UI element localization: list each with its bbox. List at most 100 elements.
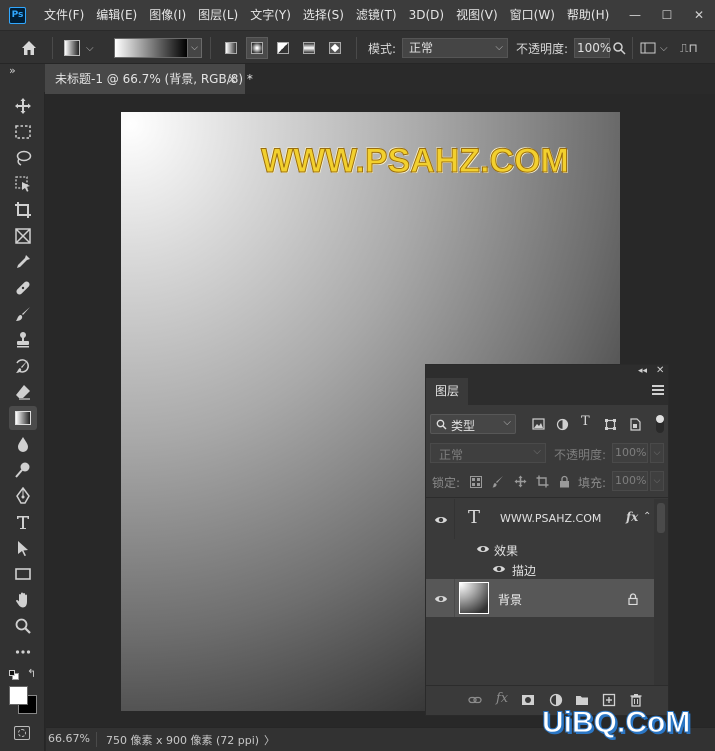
linear-gradient-button[interactable] — [220, 37, 242, 59]
gradient-dropdown-button[interactable]: ⌵ — [188, 38, 202, 58]
swap-colors-icon[interactable]: ↰ — [27, 667, 36, 680]
menu-file[interactable]: 文件(F) — [38, 0, 90, 30]
marquee-tool[interactable] — [9, 120, 37, 144]
menu-view[interactable]: 视图(V) — [450, 0, 504, 30]
filter-toggle-switch[interactable] — [656, 415, 664, 433]
overflow-icon[interactable]: ⎍⊓ — [680, 31, 698, 65]
opacity-scrub[interactable] — [612, 31, 626, 65]
eraser-tool[interactable] — [9, 380, 37, 404]
opacity-input[interactable]: 100% — [574, 38, 611, 58]
mask-icon[interactable] — [521, 693, 535, 707]
reflected-gradient-button[interactable] — [298, 37, 320, 59]
group-icon[interactable] — [575, 693, 589, 707]
gradient-tool[interactable] — [9, 406, 37, 430]
fx-badge-icon[interactable]: fx — [626, 510, 638, 524]
stroke-effect-row[interactable]: 描边 — [426, 559, 654, 579]
collapse-effects-icon[interactable]: ⌃ — [643, 511, 651, 522]
photoshop-logo[interactable]: Ps — [9, 6, 26, 24]
path-selection-tool[interactable] — [9, 536, 37, 560]
mode-select[interactable]: 正常 ⌵ — [402, 38, 508, 58]
scroll-thumb[interactable] — [657, 503, 665, 533]
move-tool[interactable] — [9, 94, 37, 118]
collapse-panel-icon[interactable]: ◂◂ — [638, 365, 647, 377]
status-menu-icon[interactable]: 〉 — [264, 732, 275, 748]
quick-mask-button[interactable] — [14, 726, 30, 740]
adjustment-icon[interactable] — [549, 693, 563, 707]
effects-row[interactable]: 效果 — [426, 539, 654, 559]
clone-stamp-tool[interactable] — [9, 328, 37, 352]
layer-name[interactable]: 背景 — [498, 591, 522, 608]
healing-brush-tool[interactable] — [9, 276, 37, 300]
default-colors-icon[interactable] — [9, 670, 19, 680]
menu-edit[interactable]: 编辑(E) — [90, 0, 143, 30]
blur-tool[interactable] — [9, 432, 37, 456]
menu-layer[interactable]: 图层(L) — [192, 0, 244, 30]
restore-button[interactable]: ☐ — [651, 0, 683, 30]
menu-help[interactable]: 帮助(H) — [561, 0, 615, 30]
lock-all-icon[interactable] — [559, 475, 570, 488]
type-filter-icon[interactable]: T — [581, 414, 590, 429]
fill-input[interactable]: 100% — [612, 471, 648, 491]
frame-tool[interactable] — [9, 224, 37, 248]
layers-scrollbar[interactable] — [654, 499, 668, 685]
lock-position-icon[interactable] — [514, 475, 527, 488]
close-button[interactable]: ✕ — [683, 0, 715, 30]
rectangle-tool[interactable] — [9, 562, 37, 586]
layer-name[interactable]: WWW.PSAHZ.COM — [500, 512, 601, 525]
pixel-filter-icon[interactable] — [532, 418, 545, 431]
menu-select[interactable]: 选择(S) — [297, 0, 350, 30]
tool-preset-picker[interactable]: ⌵ — [64, 31, 94, 65]
reverse-toggle[interactable]: ⌵ — [640, 31, 668, 65]
layer-row-text[interactable]: T WWW.PSAHZ.COM fx ⌃ — [426, 499, 654, 539]
stroke-visibility-eye-icon[interactable] — [492, 564, 506, 574]
crop-tool[interactable] — [9, 198, 37, 222]
close-tab-icon[interactable]: × — [227, 64, 237, 94]
tab-layers[interactable]: 图层 — [426, 378, 468, 405]
menu-filter[interactable]: 滤镜(T) — [350, 0, 403, 30]
menu-image[interactable]: 图像(I) — [143, 0, 192, 30]
filter-kind-select[interactable]: 类型 ⌵ — [430, 414, 516, 434]
lasso-tool[interactable] — [9, 146, 37, 170]
zoom-level[interactable]: 66.67% — [48, 732, 90, 745]
fx-icon[interactable]: fx — [496, 691, 508, 706]
history-brush-tool[interactable] — [9, 354, 37, 378]
angle-gradient-button[interactable] — [272, 37, 294, 59]
layer-opacity-input[interactable]: 100% — [612, 443, 648, 463]
brush-tool[interactable] — [9, 302, 37, 326]
minimize-button[interactable]: — — [619, 0, 651, 30]
home-button[interactable] — [20, 31, 38, 65]
zoom-tool[interactable] — [9, 614, 37, 638]
gradient-picker[interactable]: ⌵ — [114, 31, 202, 65]
effects-visibility-eye-icon[interactable] — [476, 544, 490, 554]
diamond-gradient-button[interactable] — [324, 37, 346, 59]
visibility-eye-icon[interactable] — [434, 594, 448, 604]
menu-3d[interactable]: 3D(D) — [403, 0, 450, 30]
type-tool[interactable] — [9, 510, 37, 534]
smart-object-filter-icon[interactable] — [629, 418, 641, 431]
fill-dropdown[interactable]: ⌵ — [650, 471, 664, 491]
link-icon[interactable] — [468, 693, 482, 707]
edit-toolbar-button[interactable] — [9, 640, 37, 664]
document-tab[interactable]: 未标题-1 @ 66.7% (背景, RGB/8) * × — [45, 64, 253, 94]
menu-type[interactable]: 文字(Y) — [244, 0, 297, 30]
hand-tool[interactable] — [9, 588, 37, 612]
expand-toolbar-icon[interactable]: » — [9, 64, 16, 77]
lock-transparent-icon[interactable] — [470, 476, 482, 488]
layer-row-background[interactable]: 背景 — [426, 579, 654, 617]
object-selection-tool[interactable] — [9, 172, 37, 196]
dodge-tool[interactable] — [9, 458, 37, 482]
shape-filter-icon[interactable] — [604, 418, 617, 431]
visibility-eye-icon[interactable] — [434, 515, 448, 525]
adjustment-filter-icon[interactable] — [556, 418, 569, 431]
canvas-text-layer[interactable]: WWW.PSAHZ.COM — [261, 142, 570, 181]
blend-mode-select[interactable]: 正常 ⌵ — [430, 443, 546, 463]
lock-artboard-icon[interactable] — [536, 475, 549, 488]
close-panel-icon[interactable]: ✕ — [656, 365, 664, 377]
new-layer-icon[interactable] — [602, 693, 616, 707]
foreground-color-swatch[interactable] — [9, 686, 28, 705]
lock-pixels-icon[interactable] — [492, 475, 505, 488]
radial-gradient-button[interactable] — [246, 37, 268, 59]
layer-opacity-dropdown[interactable]: ⌵ — [650, 443, 664, 463]
panel-menu-icon[interactable] — [652, 385, 664, 395]
pen-tool[interactable] — [9, 484, 37, 508]
